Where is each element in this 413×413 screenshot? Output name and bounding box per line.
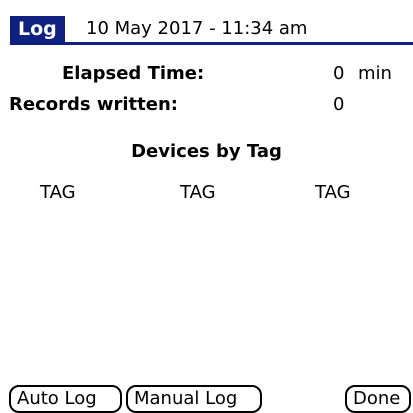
header-title: 10 May 2017 - 11:34 am — [86, 18, 308, 39]
tag-item: TAG — [315, 182, 351, 203]
records-written-label: Records written: — [9, 94, 178, 115]
elapsed-time-value: 0 — [333, 63, 345, 84]
tag-item: TAG — [180, 182, 216, 203]
auto-log-button[interactable]: Auto Log — [9, 385, 122, 413]
done-button[interactable]: Done — [345, 385, 411, 413]
tag-item: TAG — [40, 182, 76, 203]
manual-log-button[interactable]: Manual Log — [126, 385, 262, 413]
elapsed-time-unit: min — [358, 63, 392, 84]
devices-heading: Devices by Tag — [131, 141, 282, 162]
records-written-value: 0 — [333, 94, 345, 115]
elapsed-time-label: Elapsed Time: — [62, 63, 205, 84]
tag-list: TAG TAG TAG — [0, 182, 413, 208]
app-header: Log 10 May 2017 - 11:34 am — [8, 14, 413, 45]
log-tab[interactable]: Log — [10, 16, 65, 42]
header-divider — [10, 42, 413, 45]
